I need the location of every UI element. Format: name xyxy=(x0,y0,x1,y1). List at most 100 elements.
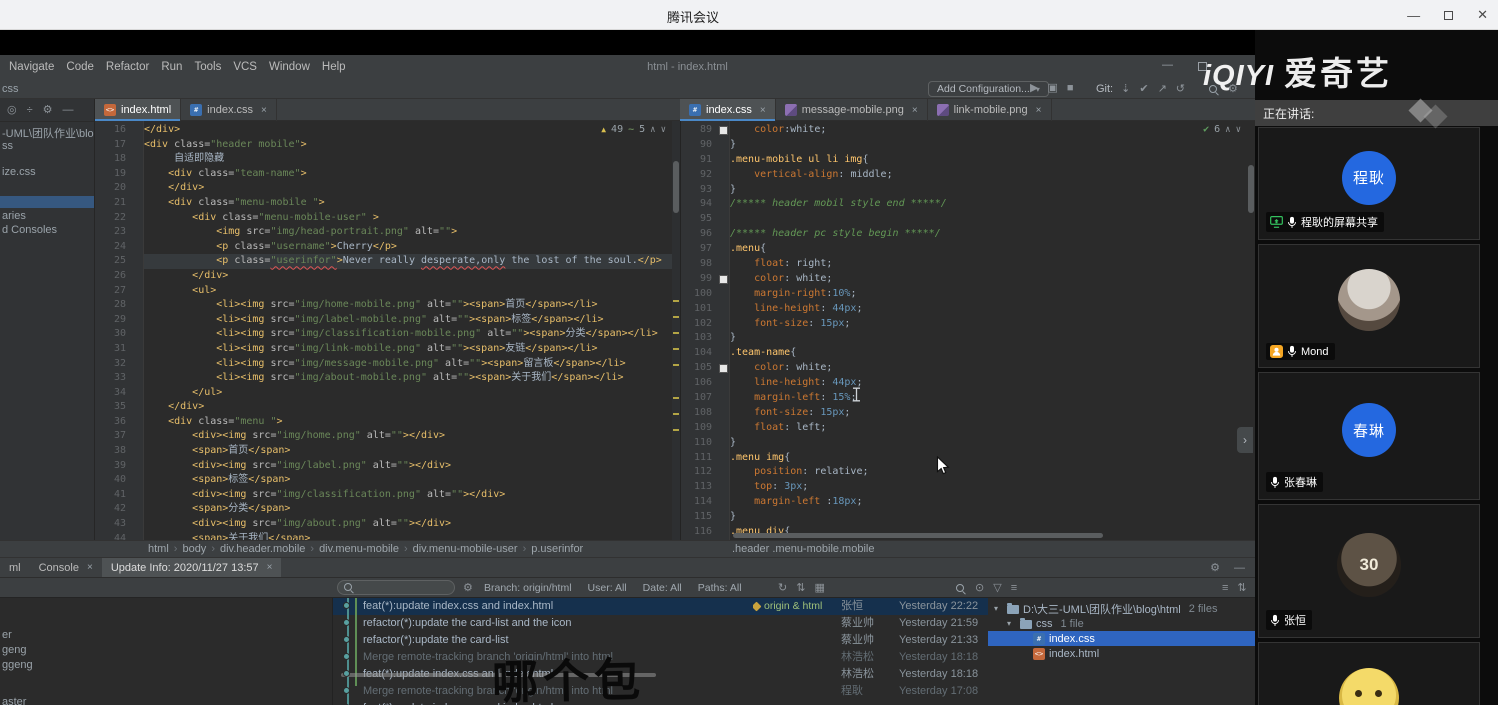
search-everywhere-icon[interactable] xyxy=(1208,84,1219,95)
code-line[interactable]: .team-name{ xyxy=(730,346,1255,361)
scrollbar-thumb[interactable] xyxy=(673,161,679,213)
breadcrumb-item[interactable]: html xyxy=(148,543,169,555)
branch-item-fragment[interactable]: aster xyxy=(2,696,26,705)
warning-stripe-mark[interactable] xyxy=(673,397,679,399)
breadcrumb-item[interactable]: p.userinfor xyxy=(531,543,583,555)
code-line[interactable]: <p class="username">Cherry</p> xyxy=(144,240,680,255)
project-tree-item-fragment[interactable]: d Consoles xyxy=(2,224,94,236)
scrollbar-thumb[interactable] xyxy=(1248,165,1254,213)
project-tree-item-fragment[interactable]: -UML\团队作业\blog\ht xyxy=(2,125,94,141)
commit-icon[interactable]: ✔ xyxy=(1139,82,1148,96)
filter-icon[interactable]: ▽ xyxy=(993,581,1001,595)
breadcrumb-item[interactable]: div.menu-mobile-user xyxy=(413,543,518,555)
minimize-icon[interactable]: — xyxy=(1407,8,1420,23)
code-line[interactable]: } xyxy=(730,183,1255,198)
git-log-search-input[interactable] xyxy=(337,580,455,595)
code-line[interactable]: <span>标签</span> xyxy=(144,473,680,488)
code-line[interactable]: <div class="header mobile"> xyxy=(144,138,680,153)
editor-tab-message-mobile.png[interactable]: message-mobile.png × xyxy=(776,99,928,121)
push-icon[interactable]: ↗ xyxy=(1158,82,1167,96)
menu-item-help[interactable]: Help xyxy=(316,61,352,73)
participant-tile[interactable] xyxy=(1258,642,1480,705)
next-issue-icon[interactable]: ∨ xyxy=(661,125,666,135)
stop-icon[interactable]: ■ xyxy=(1067,81,1074,95)
editor-tab-index.css[interactable]: # index.css × xyxy=(181,99,277,121)
code-line[interactable]: </ul> xyxy=(144,386,680,401)
code-line[interactable]: </div> xyxy=(144,269,680,284)
search-icon[interactable] xyxy=(955,583,966,594)
debug-icon[interactable]: ▣ xyxy=(1047,81,1057,95)
changed-file-row[interactable]: # index.css xyxy=(988,631,1255,646)
code-line[interactable]: <li><img src="img/link-mobile.png" alt="… xyxy=(144,342,680,357)
rollback-icon[interactable]: ↺ xyxy=(1176,82,1185,96)
code-line[interactable]: margin-left: 15%; xyxy=(730,391,1255,406)
code-line[interactable]: 自适即隐藏 xyxy=(144,152,680,167)
menu-item-tools[interactable]: Tools xyxy=(188,61,227,73)
expand-collapse-icon[interactable]: ⇅ xyxy=(1237,581,1246,595)
warning-stripe-mark[interactable] xyxy=(673,332,679,334)
branch-item-fragment[interactable]: ggeng xyxy=(2,659,33,671)
code-line[interactable]: position: relative; xyxy=(730,465,1255,480)
warning-stripe-mark[interactable] xyxy=(673,364,679,366)
code-line[interactable]: float: right; xyxy=(730,257,1255,272)
warning-stripe-mark[interactable] xyxy=(673,348,679,350)
menu-item-window[interactable]: Window xyxy=(263,61,316,73)
tool-window-tab[interactable]: Update Info: 2020/11/27 13:57 × xyxy=(101,557,282,578)
hide-panel-icon[interactable]: — xyxy=(63,103,74,117)
expand-panel-button[interactable]: › xyxy=(1237,427,1253,453)
changed-file-row[interactable]: ▾ css 1 file xyxy=(988,616,1255,631)
close-icon[interactable]: × xyxy=(912,105,918,116)
commit-row[interactable]: feat(*):update index.css and index.html xyxy=(333,700,988,705)
menu-item-code[interactable]: Code xyxy=(60,61,100,73)
horizontal-scrollbar-thumb[interactable] xyxy=(341,673,656,677)
code-line[interactable]: } xyxy=(730,436,1255,451)
view-options-icon[interactable]: ≡ xyxy=(1011,581,1017,595)
code-line[interactable]: color:white; xyxy=(730,123,1255,138)
run-icon[interactable]: ▶ xyxy=(1030,81,1038,95)
code-line[interactable]: /***** header mobil style end *****/ xyxy=(730,197,1255,212)
editor-tab-index.html[interactable]: <> index.html xyxy=(95,99,182,121)
code-line[interactable]: </div> xyxy=(144,400,680,415)
git-filter[interactable]: Date: All xyxy=(643,582,682,594)
changed-file-row[interactable]: ▾ D:\大三-UML\团队作业\blog\html 2 files xyxy=(988,601,1255,616)
participant-tile[interactable]: 30 张恒 xyxy=(1258,504,1480,638)
code-line[interactable]: <div class="team-name"> xyxy=(144,167,680,182)
maximize-icon[interactable] xyxy=(1444,10,1454,20)
code-line[interactable]: color: white; xyxy=(730,361,1255,376)
code-line[interactable]: <li><img src="img/message-mobile.png" al… xyxy=(144,357,680,372)
sort-icon[interactable]: ⇅ xyxy=(796,581,805,595)
close-icon[interactable]: × xyxy=(267,562,273,573)
commit-row[interactable]: Merge remote-tracking branch 'origin/htm… xyxy=(333,683,988,700)
git-filter[interactable]: Paths: All xyxy=(698,582,742,594)
code-line[interactable]: .menu img{ xyxy=(730,451,1255,466)
tool-window-tab[interactable]: ml xyxy=(0,558,30,578)
update-project-icon[interactable]: ⇣ xyxy=(1121,82,1130,96)
menu-item-vcs[interactable]: VCS xyxy=(227,61,263,73)
commit-row[interactable]: refactor(*):update the card-list and the… xyxy=(333,615,988,632)
code-line[interactable]: <li><img src="img/classification-mobile.… xyxy=(144,327,680,342)
project-tree-item-fragment[interactable]: ize.css xyxy=(2,166,94,178)
close-icon[interactable]: × xyxy=(87,562,93,573)
code-line[interactable]: top: 3px; xyxy=(730,480,1255,495)
project-tree-item-fragment[interactable]: ss xyxy=(2,140,94,152)
warning-stripe-mark[interactable] xyxy=(673,413,679,415)
ide-maximize-icon[interactable] xyxy=(1198,62,1207,71)
clock-icon[interactable]: ⊙ xyxy=(975,581,984,595)
code-line[interactable]: <p class="userinfor">Never really desper… xyxy=(144,254,680,269)
code-line[interactable]: color: white; xyxy=(730,272,1255,287)
code-line[interactable]: <span>分类</span> xyxy=(144,502,680,517)
prev-issue-icon[interactable]: ∧ xyxy=(1225,125,1230,135)
code-line[interactable]: <img src="img/head-portrait.png" alt=""> xyxy=(144,225,680,240)
menu-item-refactor[interactable]: Refactor xyxy=(100,61,155,73)
code-line[interactable]: <div><img src="img/classification.png" a… xyxy=(144,488,680,503)
breadcrumb-item[interactable]: div.menu-mobile xyxy=(319,543,399,555)
menu-item-navigate[interactable]: Navigate xyxy=(3,61,60,73)
participant-tile[interactable]: 程耿 程耿的屏幕共享 xyxy=(1258,127,1480,240)
code-line[interactable]: } xyxy=(730,331,1255,346)
code-line[interactable]: <li><img src="img/about-mobile.png" alt=… xyxy=(144,371,680,386)
branch-item-fragment[interactable]: geng xyxy=(2,644,26,656)
git-filter[interactable]: Branch: origin/html xyxy=(484,582,572,594)
locate-icon[interactable]: ◎ xyxy=(7,103,17,117)
project-tree-item-fragment[interactable]: aries xyxy=(2,210,94,222)
project-tree-selection[interactable] xyxy=(0,196,94,208)
